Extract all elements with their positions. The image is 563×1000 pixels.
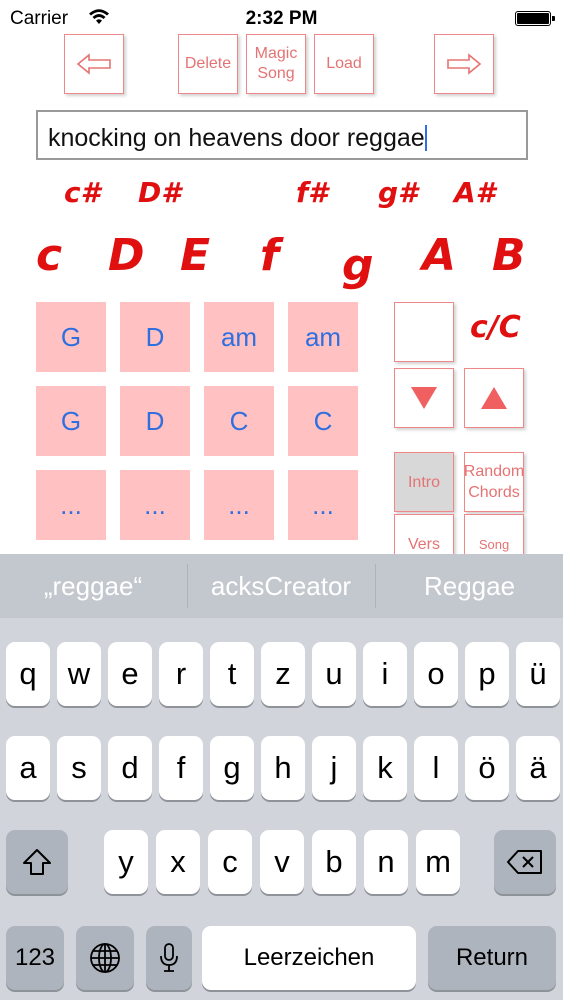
song-button-label: Song (478, 536, 510, 552)
microphone-icon (160, 943, 178, 972)
key-h[interactable]: h (261, 736, 305, 800)
song-label: Song (257, 65, 295, 82)
key-i[interactable]: i (363, 642, 407, 706)
shift-key[interactable] (6, 830, 68, 894)
numbers-key[interactable]: 123 (6, 926, 64, 990)
magic-label: Magic (254, 45, 298, 62)
note-c-sharp[interactable]: c# (64, 176, 100, 209)
key-o[interactable]: o (414, 642, 458, 706)
key-p[interactable]: p (465, 642, 509, 706)
chord-cell[interactable]: ... (204, 470, 274, 540)
key-v[interactable]: v (260, 830, 304, 894)
down-triangle-icon (411, 387, 437, 409)
note-d[interactable]: D (108, 230, 145, 281)
delete-label: Delete (184, 55, 232, 72)
keyboard: „reggae“ acksCreator Reggae q w e r t z … (0, 554, 563, 1000)
key-u[interactable]: u (312, 642, 356, 706)
random-label: Random (463, 463, 525, 480)
key-d[interactable]: d (108, 736, 152, 800)
note-e[interactable]: E (180, 230, 210, 281)
vers-label: Vers (407, 535, 440, 553)
note-f[interactable]: f (260, 230, 279, 281)
key-f[interactable]: f (159, 736, 203, 800)
intro-label: Intro (407, 473, 440, 491)
key-o-umlaut[interactable]: ö (465, 736, 509, 800)
shift-icon (23, 849, 51, 875)
chord-cell[interactable]: am (288, 302, 358, 372)
chord-cell[interactable]: ... (120, 470, 190, 540)
chord-cell[interactable]: G (36, 386, 106, 456)
blank-button[interactable] (394, 302, 454, 362)
song-search-value: knocking on heavens door reggae (48, 124, 425, 152)
suggestion-bar: „reggae“ acksCreator Reggae (0, 554, 563, 618)
note-g-sharp[interactable]: g# (378, 176, 418, 209)
chord-cell[interactable]: ... (288, 470, 358, 540)
backspace-icon (507, 850, 542, 874)
back-button[interactable] (64, 34, 124, 94)
key-e[interactable]: e (108, 642, 152, 706)
intro-button[interactable]: Intro (394, 452, 454, 512)
key-u-umlaut[interactable]: ü (516, 642, 560, 706)
key-b[interactable]: b (312, 830, 356, 894)
key-t[interactable]: t (210, 642, 254, 706)
key-y[interactable]: y (104, 830, 148, 894)
song-search-input[interactable]: knocking on heavens door reggae (36, 110, 528, 160)
note-a-sharp[interactable]: A# (454, 176, 495, 209)
delete-button[interactable]: Delete (178, 34, 238, 94)
note-f-sharp[interactable]: f# (296, 176, 328, 209)
note-b[interactable]: B (492, 230, 526, 281)
battery-icon (515, 11, 555, 26)
magic-song-button[interactable]: Magic Song (246, 34, 306, 94)
chord-cell[interactable]: D (120, 386, 190, 456)
key-c[interactable]: c (208, 830, 252, 894)
key-x[interactable]: x (156, 830, 200, 894)
suggestion-item[interactable]: Reggae (376, 554, 563, 618)
space-key[interactable]: Leerzeichen (202, 926, 416, 990)
globe-key[interactable] (76, 926, 134, 990)
chord-cell[interactable]: am (204, 302, 274, 372)
suggestion-item[interactable]: acksCreator (188, 554, 374, 618)
chord-cell[interactable]: C (204, 386, 274, 456)
chords-label: Chords (468, 484, 520, 501)
key-a-umlaut[interactable]: ä (516, 736, 560, 800)
key-w[interactable]: w (57, 642, 101, 706)
load-button[interactable]: Load (314, 34, 374, 94)
key-label: c/C (470, 310, 521, 345)
status-bar: Carrier 2:32 PM (0, 0, 563, 38)
key-j[interactable]: j (312, 736, 356, 800)
globe-icon (90, 943, 120, 973)
random-chords-button[interactable]: Random Chords (464, 452, 524, 512)
chord-cell[interactable]: D (120, 302, 190, 372)
chord-cell[interactable]: C (288, 386, 358, 456)
key-s[interactable]: s (57, 736, 101, 800)
note-d-sharp[interactable]: D# (138, 176, 181, 209)
chord-cell[interactable]: ... (36, 470, 106, 540)
microphone-key[interactable] (146, 926, 192, 990)
backspace-key[interactable] (494, 830, 556, 894)
note-c[interactable]: c (36, 230, 62, 281)
key-r[interactable]: r (159, 642, 203, 706)
key-l[interactable]: l (414, 736, 458, 800)
key-k[interactable]: k (363, 736, 407, 800)
left-arrow-icon (76, 53, 111, 75)
clock: 2:32 PM (245, 8, 318, 29)
note-g[interactable]: g (342, 240, 374, 291)
key-q[interactable]: q (6, 642, 50, 706)
key-m[interactable]: m (416, 830, 460, 894)
forward-button[interactable] (434, 34, 494, 94)
right-arrow-icon (447, 53, 482, 75)
note-a[interactable]: A (422, 230, 456, 281)
up-triangle-icon (481, 387, 507, 409)
key-n[interactable]: n (364, 830, 408, 894)
key-z[interactable]: z (261, 642, 305, 706)
return-key[interactable]: Return (428, 926, 556, 990)
suggestion-item[interactable]: „reggae“ (0, 554, 186, 618)
transpose-up-button[interactable] (464, 368, 524, 428)
key-a[interactable]: a (6, 736, 50, 800)
transpose-down-button[interactable] (394, 368, 454, 428)
chord-cell[interactable]: G (36, 302, 106, 372)
key-g[interactable]: g (210, 736, 254, 800)
text-caret (424, 125, 427, 151)
load-label: Load (326, 55, 362, 72)
